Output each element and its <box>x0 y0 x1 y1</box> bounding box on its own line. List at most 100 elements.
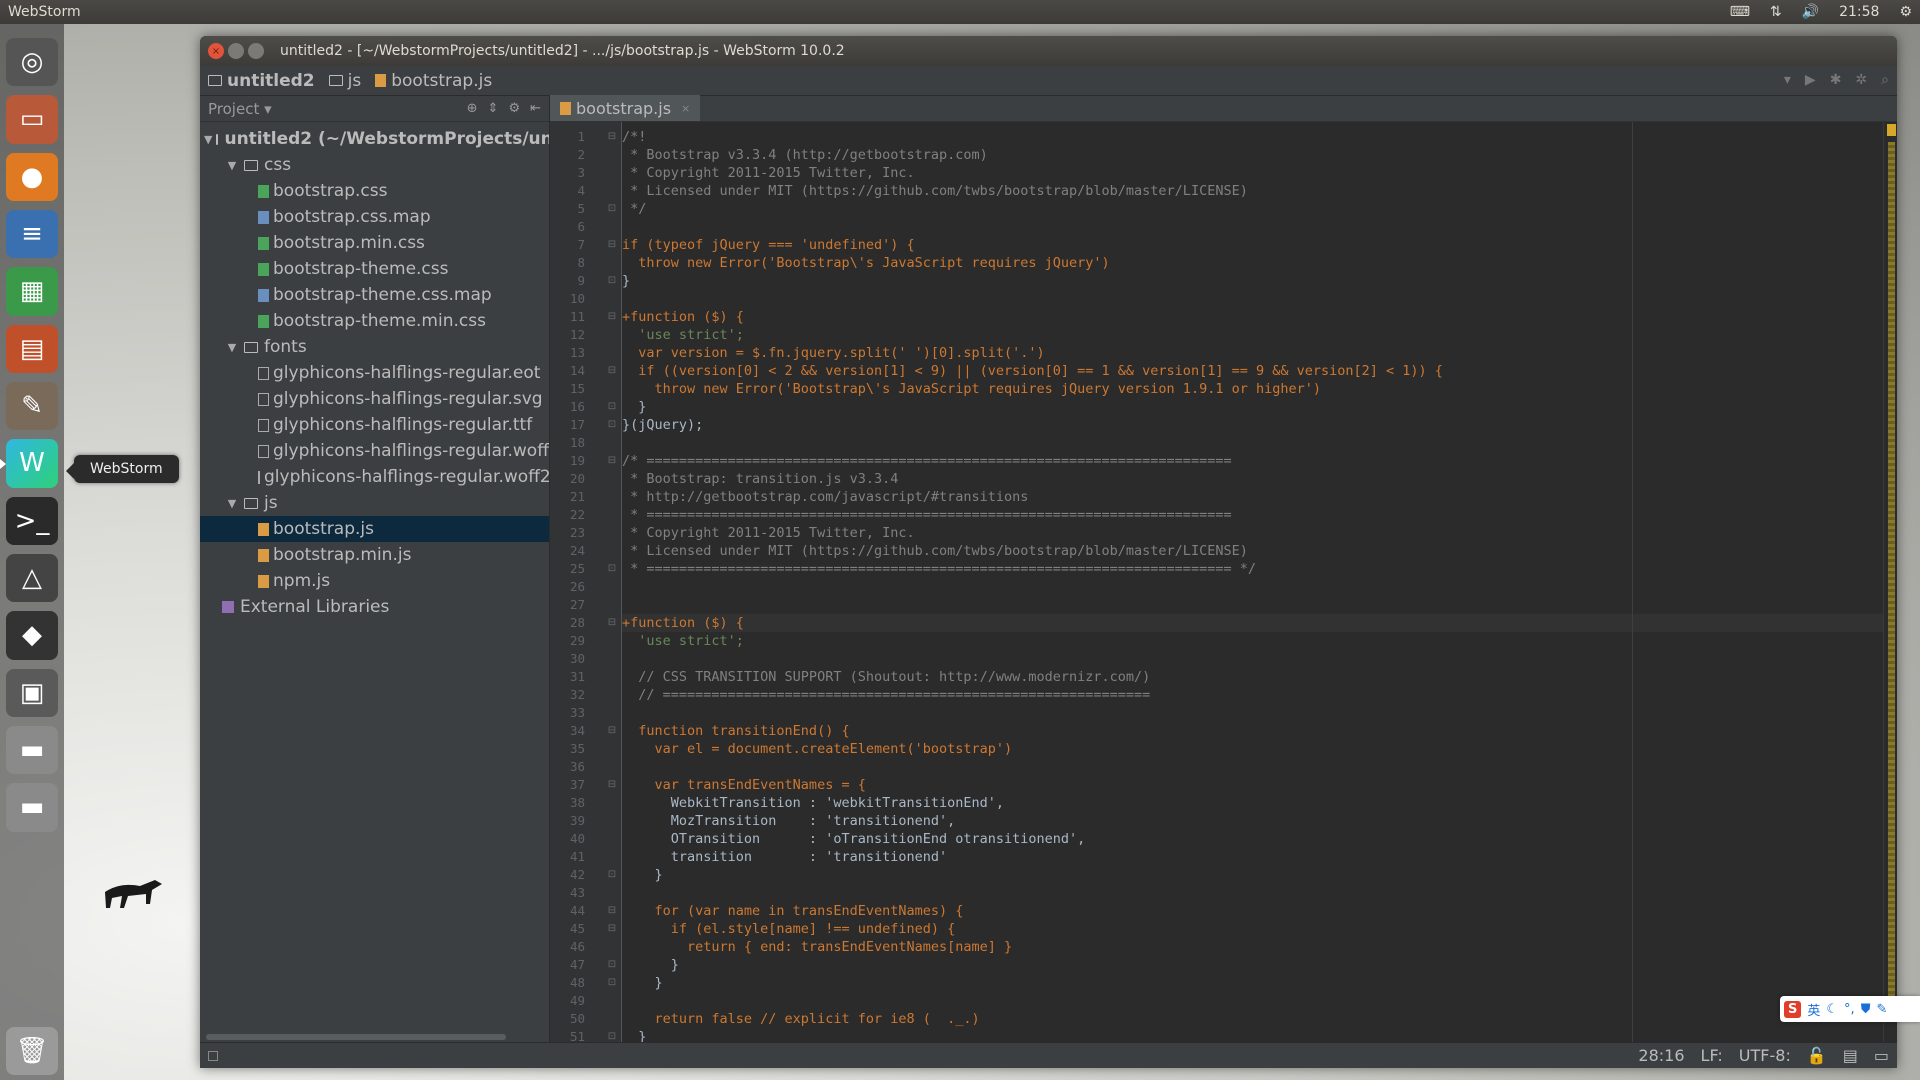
code-line[interactable]: var transEndEventNames = { <box>622 776 1897 794</box>
gear-icon[interactable]: ⚙ <box>508 101 520 116</box>
clock[interactable]: 21:58 <box>1839 4 1879 20</box>
fold-marker[interactable]: ⊡ <box>607 272 617 290</box>
code-line[interactable]: var version = $.fn.jquery.split(' ')[0].… <box>622 344 1897 362</box>
close-tab-icon[interactable]: × <box>681 102 690 115</box>
code-line[interactable]: /* =====================================… <box>622 452 1897 470</box>
code-line[interactable]: * Licensed under MIT (https://github.com… <box>622 542 1897 560</box>
code-line[interactable]: }(jQuery); <box>622 416 1897 434</box>
toggle-tool-windows-icon[interactable] <box>208 1050 218 1061</box>
code-line[interactable]: if (typeof jQuery === 'undefined') { <box>622 236 1897 254</box>
tree-item[interactable]: glyphicons-halflings-regular.ttf <box>200 412 549 438</box>
code-line[interactable]: throw new Error('Bootstrap\'s JavaScript… <box>622 254 1897 272</box>
fold-marker[interactable]: ⊡ <box>607 398 617 416</box>
title-bar[interactable]: × untitled2 - [~/WebstormProjects/untitl… <box>200 36 1897 66</box>
hide-icon[interactable]: ⇤ <box>530 101 541 116</box>
files-icon[interactable]: ▭ <box>6 95 58 144</box>
expand-arrow-icon[interactable]: ▼ <box>224 159 240 172</box>
tree-item[interactable]: bootstrap-theme.css <box>200 256 549 282</box>
run-config-dropdown-icon[interactable]: ▾ <box>1784 72 1791 88</box>
code-line[interactable]: MozTransition : 'transitionend', <box>622 812 1897 830</box>
code-area[interactable]: 1 2 3 4 5 6 7 8 9 10 11 12 13 14 15 16 17 18 19 20 21 22 23 24 2… <box>550 122 1897 1042</box>
code-line[interactable]: if (el.style[name] !== undefined) { <box>622 920 1897 938</box>
fold-marker[interactable]: ⊟ <box>607 614 617 632</box>
memory-icon[interactable]: ▤ <box>1843 1046 1858 1065</box>
tree-item[interactable]: bootstrap.css <box>200 178 549 204</box>
fold-marker[interactable]: ⊟ <box>607 902 617 920</box>
webstorm-icon[interactable]: W <box>0 439 58 488</box>
code-line[interactable]: /*! <box>622 128 1897 146</box>
code-line[interactable]: */ <box>622 200 1897 218</box>
tree-item[interactable]: ▼ css <box>200 152 549 178</box>
code-line[interactable]: * Bootstrap v3.3.4 (http://getbootstrap.… <box>622 146 1897 164</box>
code-line[interactable]: +function ($) { <box>622 614 1897 632</box>
code-line[interactable]: * Copyright 2011-2015 Twitter, Inc. <box>622 164 1897 182</box>
fold-marker[interactable]: ⊟ <box>607 722 617 740</box>
coverage-icon[interactable]: ✲ <box>1855 72 1867 88</box>
code-line[interactable] <box>622 290 1897 308</box>
code-line[interactable]: * Licensed under MIT (https://github.com… <box>622 182 1897 200</box>
ime-language[interactable]: 英 <box>1807 1000 1820 1019</box>
firefox-icon[interactable]: ● <box>6 152 58 201</box>
code-line[interactable]: * http://getbootstrap.com/javascript/#tr… <box>622 488 1897 506</box>
network-icon[interactable]: ⇅ <box>1770 4 1782 20</box>
fold-marker[interactable]: ⊟ <box>607 920 617 938</box>
fold-marker[interactable]: ⊟ <box>607 236 617 254</box>
fold-marker[interactable]: ⊡ <box>607 866 617 884</box>
ime-moon-icon[interactable]: ☾ <box>1826 1002 1838 1017</box>
locate-icon[interactable]: ⊕ <box>467 101 478 116</box>
code-line[interactable] <box>622 992 1897 1010</box>
code-line[interactable]: 'use strict'; <box>622 326 1897 344</box>
code-line[interactable]: // CSS TRANSITION SUPPORT (Shoutout: htt… <box>622 668 1897 686</box>
event-log-icon[interactable]: ▭ <box>1874 1046 1889 1065</box>
settings-icon[interactable]: ✎ <box>6 381 58 431</box>
expand-arrow-icon[interactable]: ▼ <box>224 341 240 354</box>
lock-icon[interactable]: 🔓 <box>1807 1046 1827 1065</box>
code-line[interactable] <box>622 596 1897 614</box>
code-line[interactable]: function transitionEnd() { <box>622 722 1897 740</box>
code-line[interactable]: } <box>622 1028 1897 1042</box>
code-line[interactable]: 'use strict'; <box>622 632 1897 650</box>
gutter[interactable]: 1 2 3 4 5 6 7 8 9 10 11 12 13 14 15 16 17 18 19 20 21 22 23 24 2… <box>550 122 622 1042</box>
tab-bootstrap-js[interactable]: bootstrap.js × <box>550 95 701 121</box>
breadcrumb-project[interactable]: untitled2 <box>208 71 315 91</box>
code-line[interactable]: } <box>622 272 1897 290</box>
file-encoding[interactable]: UTF-8: <box>1739 1046 1791 1065</box>
code-line[interactable] <box>622 650 1897 668</box>
breadcrumb-folder[interactable]: js <box>328 71 361 91</box>
code-line[interactable]: * Copyright 2011-2015 Twitter, Inc. <box>622 524 1897 542</box>
tree-item[interactable]: bootstrap-theme.min.css <box>200 308 549 334</box>
trash-icon[interactable]: 🗑 <box>6 1026 58 1075</box>
code-line[interactable]: transition : 'transitionend' <box>622 848 1897 866</box>
tree-item[interactable]: bootstrap.min.css <box>200 230 549 256</box>
ime-punct-icon[interactable]: °, <box>1844 1002 1855 1017</box>
fold-marker[interactable]: ⊟ <box>607 128 617 146</box>
tree-item[interactable]: glyphicons-halflings-regular.woff <box>200 438 549 464</box>
inkscape-icon[interactable]: ◆ <box>6 611 58 660</box>
tree-item[interactable]: bootstrap-theme.css.map <box>200 282 549 308</box>
code-line[interactable]: for (var name in transEndEventNames) { <box>622 902 1897 920</box>
line-separator[interactable]: LF: <box>1701 1046 1723 1065</box>
debug-icon[interactable]: ✱ <box>1830 72 1842 88</box>
code-line[interactable]: throw new Error('Bootstrap\'s JavaScript… <box>622 380 1897 398</box>
ime-wrench-icon[interactable]: ✎ <box>1876 1002 1887 1017</box>
fold-marker[interactable]: ⊡ <box>607 1028 617 1042</box>
code-line[interactable] <box>622 758 1897 776</box>
tree-item[interactable]: glyphicons-halflings-regular.woff2 <box>200 464 549 490</box>
fold-marker[interactable]: ⊡ <box>607 956 617 974</box>
code-line[interactable] <box>622 704 1897 722</box>
code-line[interactable]: +function ($) { <box>622 308 1897 326</box>
fold-marker[interactable]: ⊟ <box>607 776 617 794</box>
fold-marker[interactable]: ⊟ <box>607 308 617 326</box>
code-line[interactable]: OTransition : 'oTransitionEnd otransitio… <box>622 830 1897 848</box>
tree-item[interactable]: ▼ js <box>200 490 549 516</box>
code-line[interactable] <box>622 884 1897 902</box>
breadcrumb-file[interactable]: bootstrap.js <box>375 71 492 91</box>
code-line[interactable]: * ======================================… <box>622 506 1897 524</box>
code-line[interactable]: * ======================================… <box>622 560 1897 578</box>
search-icon[interactable]: ⌕ <box>1881 72 1889 88</box>
collapse-icon[interactable]: ⇕ <box>488 101 499 116</box>
gear-icon[interactable]: ⚙ <box>1899 4 1912 20</box>
run-icon[interactable]: ▶ <box>1805 72 1816 88</box>
volume-icon[interactable]: 🔊 <box>1802 4 1819 20</box>
drive-icon[interactable]: ▬ <box>6 725 58 775</box>
